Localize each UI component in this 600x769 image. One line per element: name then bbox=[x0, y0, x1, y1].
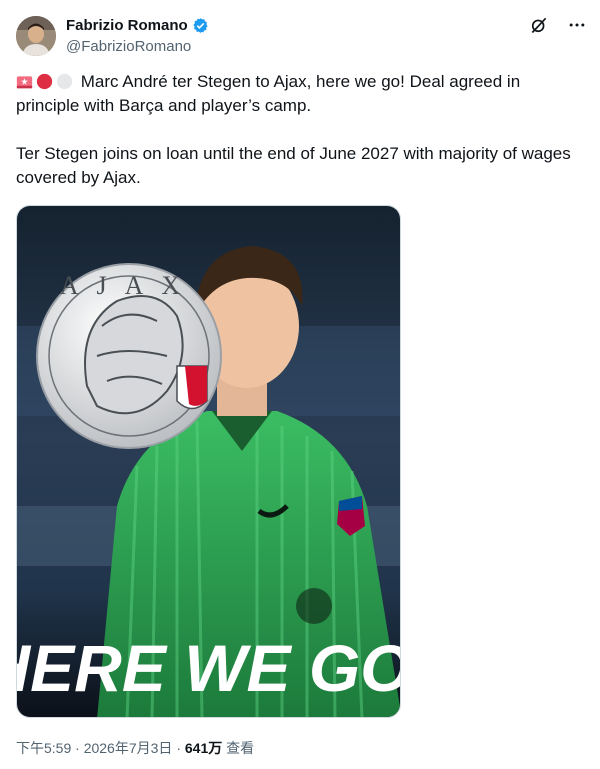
tweet-top-actions bbox=[528, 14, 588, 36]
tweet: Fabrizio Romano @FabrizioRomano Marc And… bbox=[0, 0, 600, 769]
more-options-icon[interactable] bbox=[566, 14, 588, 36]
tweet-date[interactable]: 2026年7月3日 bbox=[84, 740, 173, 756]
tweet-paragraph-2: Ter Stegen joins on loan until the end o… bbox=[16, 144, 571, 187]
tweet-time[interactable]: 下午5:59 bbox=[16, 740, 71, 756]
tweet-line-1: Marc André ter Stegen to Ajax, here we g… bbox=[16, 72, 521, 115]
meta-separator: · bbox=[75, 740, 80, 756]
author-display-name[interactable]: Fabrizio Romano bbox=[66, 17, 188, 34]
siren-emoji bbox=[16, 73, 33, 90]
grok-icon[interactable] bbox=[528, 14, 550, 36]
author-name-line: Fabrizio Romano bbox=[66, 17, 209, 34]
meta-separator-2: · bbox=[176, 740, 181, 756]
ajax-logo-text: AJAX bbox=[60, 271, 198, 300]
author-avatar[interactable] bbox=[16, 16, 56, 56]
author-handle[interactable]: @FabrizioRomano bbox=[66, 38, 191, 55]
here-we-go-overlay: HERE WE GO bbox=[17, 631, 401, 705]
tweet-meta: 下午5:59 · 2026年7月3日 · 641万 查看 bbox=[16, 738, 254, 758]
views-label: 查看 bbox=[226, 740, 255, 756]
views-count[interactable]: 641万 bbox=[185, 740, 222, 756]
verified-badge-icon[interactable] bbox=[192, 17, 209, 34]
red-circle-emoji bbox=[36, 73, 53, 90]
tweet-text: Marc André ter Stegen to Ajax, here we g… bbox=[16, 70, 576, 190]
white-circle-emoji bbox=[56, 73, 73, 90]
tweet-media-image[interactable]: AJAX HERE WE GO bbox=[16, 205, 401, 718]
tweet-paragraph-1: Marc André ter Stegen to Ajax, here we g… bbox=[16, 70, 576, 118]
